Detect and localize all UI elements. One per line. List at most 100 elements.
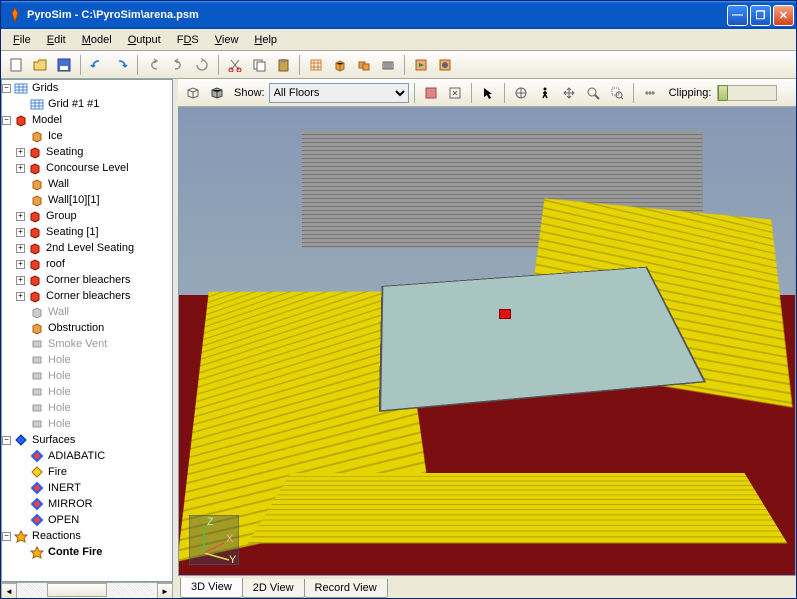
expand-icon[interactable]: − — [2, 116, 11, 125]
vent-button[interactable] — [377, 54, 399, 76]
expand-icon[interactable]: − — [2, 436, 11, 445]
tree-obstruction[interactable]: Obstruction — [46, 322, 106, 334]
expand-icon[interactable]: + — [16, 276, 25, 285]
expand-icon[interactable]: − — [2, 532, 11, 541]
undo-button[interactable] — [86, 54, 108, 76]
svg-text:X: X — [226, 533, 234, 545]
tree-open[interactable]: OPEN — [46, 514, 81, 526]
tree-wall10[interactable]: Wall[10][1] — [46, 194, 102, 206]
copy-button[interactable] — [248, 54, 270, 76]
menu-view[interactable]: View — [207, 32, 247, 48]
menu-output[interactable]: Output — [120, 32, 169, 48]
cut-button[interactable] — [224, 54, 246, 76]
tree-fire[interactable]: Fire — [46, 466, 69, 478]
expand-icon[interactable]: + — [16, 228, 25, 237]
save-button[interactable] — [53, 54, 75, 76]
tree-cornerbl2[interactable]: Corner bleachers — [44, 290, 132, 302]
expand-icon[interactable]: − — [2, 84, 11, 93]
menu-fds[interactable]: FDS — [169, 32, 207, 48]
expand-icon[interactable]: + — [16, 260, 25, 269]
redo-arrow-icon[interactable] — [167, 54, 189, 76]
tab-record-view[interactable]: Record View — [304, 579, 388, 598]
tree-level2[interactable]: 2nd Level Seating — [44, 242, 136, 254]
paste-button[interactable] — [272, 54, 294, 76]
solid-icon[interactable] — [206, 82, 228, 104]
wireframe-icon[interactable] — [182, 82, 204, 104]
scroll-left-button[interactable]: ◄ — [1, 583, 17, 598]
menu-edit[interactable]: Edit — [39, 32, 74, 48]
scroll-right-button[interactable]: ► — [157, 583, 173, 598]
expand-icon[interactable]: + — [16, 292, 25, 301]
tree-cornerbl[interactable]: Corner bleachers — [44, 274, 132, 286]
tree-ice[interactable]: Ice — [46, 130, 65, 142]
orbit-icon[interactable] — [510, 82, 532, 104]
new-button[interactable] — [5, 54, 27, 76]
tree-hole[interactable]: Hole — [46, 402, 73, 414]
tree-contefire[interactable]: Conte Fire — [46, 546, 104, 558]
walk-icon[interactable] — [534, 82, 556, 104]
refresh-icon[interactable] — [191, 54, 213, 76]
tree-surfaces[interactable]: Surfaces — [30, 434, 77, 446]
tree-grids[interactable]: Grids — [30, 82, 60, 94]
tree-mirror[interactable]: MIRROR — [46, 498, 95, 510]
3d-viewport[interactable]: Z Y X — [178, 107, 796, 576]
redo-button[interactable] — [110, 54, 132, 76]
menu-file[interactable]: File — [5, 32, 39, 48]
expand-icon[interactable]: + — [16, 212, 25, 221]
group-button[interactable] — [353, 54, 375, 76]
reset-view-icon[interactable] — [444, 82, 466, 104]
mesh-button[interactable] — [305, 54, 327, 76]
tree-reactions[interactable]: Reactions — [30, 530, 83, 542]
tree-hole[interactable]: Hole — [46, 418, 73, 430]
expand-icon[interactable]: + — [16, 244, 25, 253]
tab-3d-view[interactable]: 3D View — [180, 578, 243, 598]
clip-thumb[interactable] — [718, 85, 728, 101]
tab-2d-view[interactable]: 2D View — [242, 579, 305, 598]
main-area: − Grids Grid #1 #1 − Model Ice + Seating + C… — [1, 79, 796, 598]
tree-seating1[interactable]: Seating [1] — [44, 226, 101, 238]
menu-model[interactable]: Model — [74, 32, 120, 48]
surfaces-icon — [14, 433, 28, 447]
open-button[interactable] — [29, 54, 51, 76]
tree-inert[interactable]: INERT — [46, 482, 83, 494]
tree-hole[interactable]: Hole — [46, 386, 73, 398]
reactions-icon — [14, 529, 28, 543]
tree-concourse[interactable]: Concourse Level — [44, 162, 131, 174]
scroll-thumb[interactable] — [47, 583, 107, 597]
tree-roof[interactable]: roof — [44, 258, 67, 270]
maximize-button[interactable]: ❐ — [750, 5, 771, 26]
model-tree[interactable]: − Grids Grid #1 #1 − Model Ice + Seating + C… — [1, 79, 173, 582]
smokeview-button[interactable] — [434, 54, 456, 76]
tree-model[interactable]: Model — [30, 114, 64, 126]
scroll-track[interactable] — [17, 583, 157, 598]
tree-h-scrollbar[interactable]: ◄ ► — [1, 582, 173, 598]
menu-help[interactable]: Help — [246, 32, 285, 48]
run-fds-button[interactable] — [410, 54, 432, 76]
surface-icon — [30, 449, 44, 463]
tree-wall-d[interactable]: Wall — [46, 306, 71, 318]
zoom-box-icon[interactable] — [606, 82, 628, 104]
select-icon[interactable] — [477, 82, 499, 104]
clipping-slider[interactable] — [717, 85, 777, 101]
close-button[interactable]: ✕ — [773, 5, 794, 26]
expand-icon[interactable]: + — [16, 148, 25, 157]
box-icon — [30, 177, 44, 191]
undo-arrow-icon[interactable] — [143, 54, 165, 76]
expand-icon[interactable]: + — [16, 164, 25, 173]
fit-icon[interactable] — [420, 82, 442, 104]
tree-wall[interactable]: Wall — [46, 178, 71, 190]
obstruction-button[interactable] — [329, 54, 351, 76]
tree-hole[interactable]: Hole — [46, 354, 73, 366]
group-icon — [28, 161, 42, 175]
minimize-button[interactable]: — — [727, 5, 748, 26]
floor-select[interactable]: All Floors — [269, 83, 409, 103]
tree-seating[interactable]: Seating — [44, 146, 85, 158]
tree-smokevent[interactable]: Smoke Vent — [46, 338, 109, 350]
pan-icon[interactable] — [558, 82, 580, 104]
tree-hole[interactable]: Hole — [46, 370, 73, 382]
measure-icon[interactable] — [639, 82, 661, 104]
tree-group[interactable]: Group — [44, 210, 79, 222]
tree-grid1[interactable]: Grid #1 #1 — [46, 98, 101, 110]
zoom-icon[interactable] — [582, 82, 604, 104]
tree-adiabatic[interactable]: ADIABATIC — [46, 450, 107, 462]
